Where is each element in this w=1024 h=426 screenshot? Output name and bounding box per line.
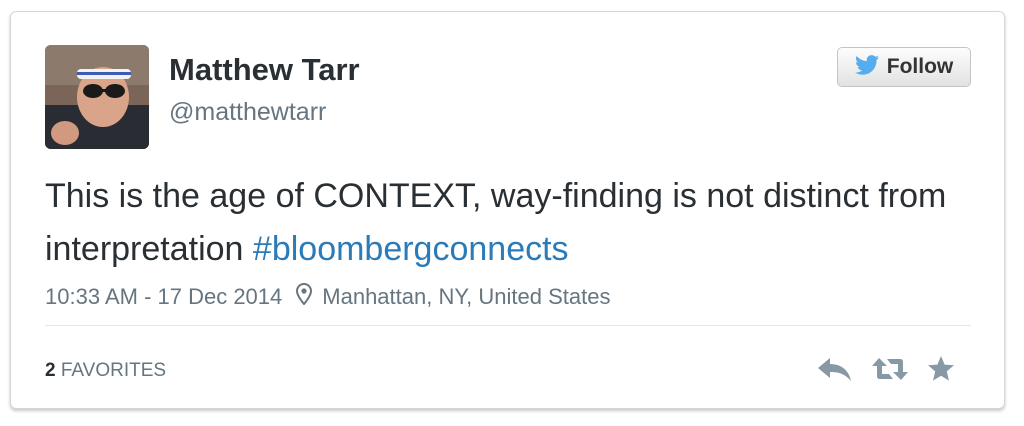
user-avatar-image xyxy=(45,45,149,149)
favorites-stat[interactable]: 2 FAVORITES xyxy=(45,360,166,382)
location-label[interactable]: Manhattan, NY, United States xyxy=(322,284,610,310)
favorites-count: 2 xyxy=(45,360,56,381)
follow-label: Follow xyxy=(886,55,954,78)
tweet-meta: 10:33 AM - 17 Dec 2014 Manhattan, NY, Un… xyxy=(45,282,610,311)
reply-icon[interactable] xyxy=(817,356,853,382)
follow-button[interactable]: Follow xyxy=(837,47,971,87)
hashtag-link[interactable]: #bloombergconnects xyxy=(253,230,569,268)
timestamp[interactable]: 10:33 AM - 17 Dec 2014 xyxy=(45,284,282,310)
tweet-text: This is the age of CONTEXT, way-finding … xyxy=(45,170,965,276)
tweet-actions xyxy=(817,355,955,382)
location-pin-icon xyxy=(296,282,313,311)
favorites-label: FAVORITES xyxy=(60,360,167,381)
twitter-bird-icon xyxy=(854,54,879,80)
tweet-card: Matthew Tarr @matthewtarr Follow This is… xyxy=(10,11,1005,409)
retweet-icon[interactable] xyxy=(871,356,909,382)
divider xyxy=(45,325,971,326)
screen-name[interactable]: @matthewtarr xyxy=(169,98,326,127)
avatar[interactable] xyxy=(45,45,149,149)
favorite-star-icon[interactable] xyxy=(927,355,955,382)
display-name[interactable]: Matthew Tarr xyxy=(169,52,360,88)
